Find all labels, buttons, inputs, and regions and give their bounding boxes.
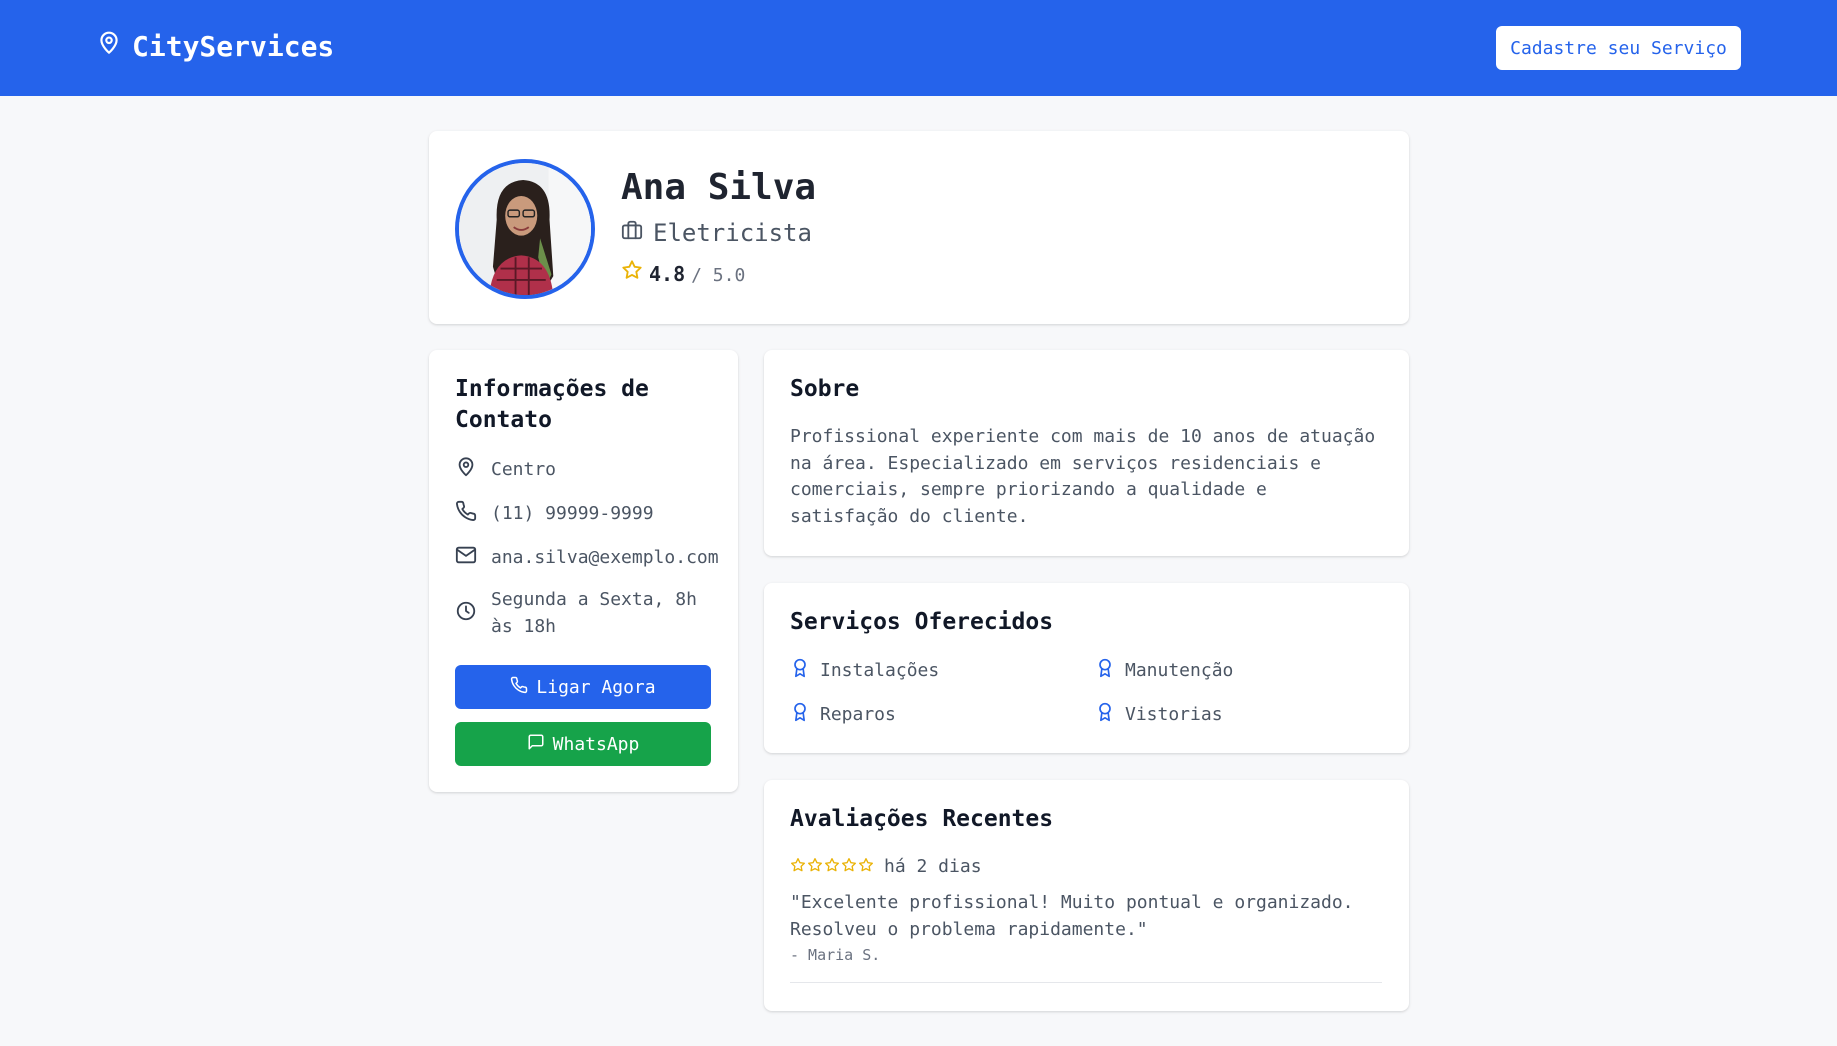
service-label: Instalações — [820, 660, 940, 681]
service-label: Manutenção — [1125, 660, 1234, 681]
location-text: Centro — [491, 459, 557, 480]
service-item: Reparos — [790, 701, 896, 728]
top-navbar: CityServices Cadastre seu Serviço — [0, 0, 1837, 96]
call-now-button[interactable]: Ligar Agora — [455, 665, 711, 709]
star-icon — [621, 259, 643, 285]
provider-name: Ana Silva — [621, 167, 817, 208]
phone-icon — [455, 500, 477, 527]
map-pin-icon — [455, 456, 477, 483]
rating-max: / 5.0 — [691, 265, 746, 286]
mail-icon — [455, 544, 477, 571]
about-card: Sobre Profissional experiente com mais d… — [764, 350, 1409, 556]
profession-label: Eletricista — [653, 219, 812, 247]
contact-card: Informações de Contato Centro (11) 99999… — [429, 350, 738, 792]
phone-text: (11) 99999-9999 — [491, 503, 654, 524]
email-text: ana.silva@exemplo.com — [491, 547, 719, 568]
review-date: há 2 dias — [884, 856, 982, 877]
award-icon — [1095, 701, 1115, 728]
award-icon — [790, 657, 810, 684]
about-text: Profissional experiente com mais de 10 a… — [790, 426, 1376, 527]
service-label: Vistorias — [1125, 704, 1223, 725]
whatsapp-label: WhatsApp — [552, 733, 640, 755]
contact-location: Centro — [455, 456, 556, 483]
star-icon — [824, 857, 840, 877]
rating-value: 4.8 — [649, 262, 686, 286]
reviews-card: Avaliações Recentes há 2 dias "Excelente… — [764, 780, 1409, 1011]
review-author: - Maria S. — [790, 946, 881, 964]
star-icon — [807, 857, 823, 877]
clock-icon — [455, 600, 477, 627]
award-icon — [1095, 657, 1115, 684]
award-icon — [790, 701, 810, 728]
review-stars — [790, 857, 874, 877]
reviews-title: Avaliações Recentes — [790, 806, 1054, 832]
about-title: Sobre — [790, 376, 860, 402]
service-item: Manutenção — [1095, 657, 1233, 684]
profession: Eletricista — [621, 219, 812, 247]
phone-icon — [510, 676, 528, 699]
contact-hours: Segunda a Sexta, 8h às 18h — [455, 586, 701, 640]
services-title: Serviços Oferecidos — [790, 609, 1054, 635]
rating: 4.8 / 5.0 — [621, 259, 745, 286]
star-icon — [858, 857, 874, 877]
services-card: Serviços Oferecidos Instalações Manutenç… — [764, 583, 1409, 753]
review-text: "Excelente profissional! Muito pontual e… — [790, 892, 1354, 940]
profile-card: Ana Silva Eletricista 4.8 / 5.0 — [429, 131, 1409, 324]
contact-email[interactable]: ana.silva@exemplo.com — [455, 544, 719, 571]
contact-phone[interactable]: (11) 99999-9999 — [455, 500, 654, 527]
divider — [790, 982, 1382, 983]
star-icon — [790, 857, 806, 877]
briefcase-icon — [621, 219, 643, 247]
avatar — [455, 159, 595, 299]
review-meta: há 2 dias — [790, 856, 982, 877]
brand-logo[interactable]: CityServices — [96, 30, 334, 63]
hours-text: Segunda a Sexta, 8h às 18h — [491, 589, 697, 637]
contact-title: Informações de Contato — [455, 376, 649, 433]
call-now-label: Ligar Agora — [536, 676, 656, 698]
whatsapp-button[interactable]: WhatsApp — [455, 722, 711, 766]
register-service-button[interactable]: Cadastre seu Serviço — [1496, 26, 1741, 70]
message-icon — [527, 733, 545, 756]
service-item: Instalações — [790, 657, 939, 684]
map-pin-icon — [96, 30, 122, 63]
brand-name: CityServices — [132, 30, 335, 63]
service-item: Vistorias — [1095, 701, 1223, 728]
star-icon — [841, 857, 857, 877]
service-label: Reparos — [820, 704, 896, 725]
